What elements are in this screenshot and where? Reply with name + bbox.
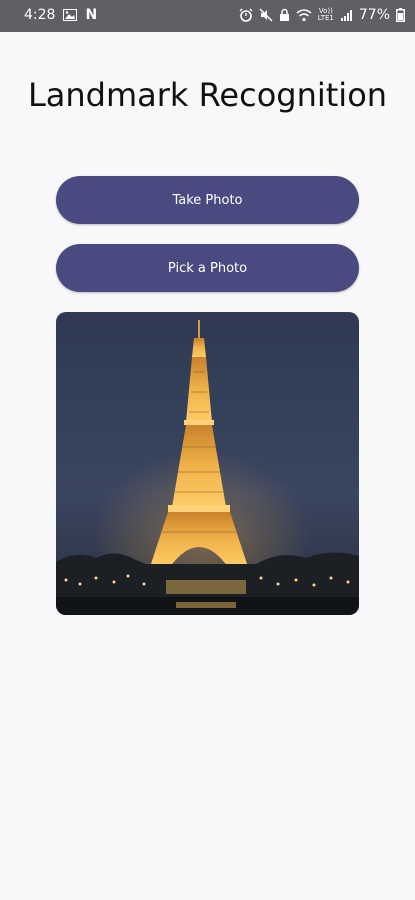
status-bar: 4:28 N Vo)) LTE1 77%: [0, 0, 415, 32]
battery-icon: [396, 7, 405, 23]
take-photo-button[interactable]: Take Photo: [56, 176, 359, 224]
gallery-icon: [63, 7, 78, 23]
battery-percent: 77%: [358, 7, 390, 23]
mute-icon: [259, 7, 273, 23]
signal-icon: [340, 7, 353, 23]
status-time: 4:28: [24, 7, 56, 23]
pick-photo-button[interactable]: Pick a Photo: [56, 244, 359, 292]
netflix-icon: N: [85, 7, 97, 23]
eiffel-tower-photo: [56, 312, 359, 615]
volte-line-2: LTE1: [317, 14, 334, 22]
alarm-icon: [239, 7, 253, 23]
volte-indicator: Vo)) LTE1: [318, 8, 334, 22]
lock-icon: [279, 7, 290, 23]
selected-photo: [56, 312, 359, 615]
wifi-icon: [296, 7, 312, 23]
page-title: Landmark Recognition: [27, 76, 388, 114]
